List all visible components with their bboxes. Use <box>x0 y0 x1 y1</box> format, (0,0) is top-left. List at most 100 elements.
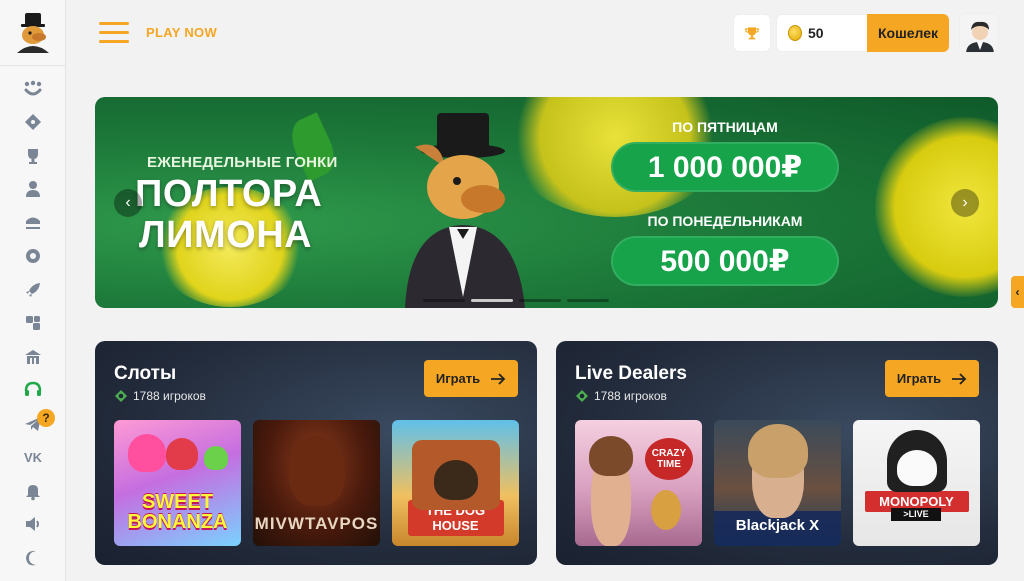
play-now-link[interactable]: PLAY NOW <box>146 25 217 40</box>
user-avatar-icon <box>960 14 998 52</box>
game-title: SWEET BONANZA <box>127 491 228 533</box>
lemon-decoration <box>875 117 998 297</box>
ticket-icon <box>25 114 41 131</box>
banner-subtitle: ЕЖЕНЕДЕЛЬНЫЕ ГОНКИ <box>147 154 338 171</box>
bell-icon <box>26 484 40 501</box>
arrow-right-icon <box>491 372 506 385</box>
avatar[interactable] <box>959 13 999 53</box>
mr-monopoly-face <box>897 450 937 486</box>
sidebar-menu: ? VK <box>0 72 66 575</box>
slots-players-count: 1788 игроков <box>133 389 206 403</box>
collapse-panel-tab[interactable]: ‹ <box>1011 276 1024 308</box>
live-players-count: 1788 игроков <box>594 389 667 403</box>
slots-play-label: Играть <box>435 371 481 386</box>
dog-figure <box>434 460 478 500</box>
sidebar-item-jackpot[interactable] <box>0 206 66 240</box>
pagination-dot[interactable] <box>567 299 609 302</box>
top-header: PLAY NOW 50 Кошелек <box>66 0 1024 66</box>
minotaur-figure <box>289 436 345 506</box>
slots-games: SWEET BONANZA MIVWTAVPOS THE DOG HOUSE <box>114 420 519 546</box>
trophy-icon <box>744 27 760 40</box>
slots-title: Слоты <box>114 363 177 384</box>
arrow-right-icon <box>952 372 967 385</box>
game-tile-crazy-time[interactable]: CRAZY TIME <box>575 420 702 546</box>
prize-monday-label: ПО ПОНЕДЕЛЬНИКАМ <box>647 213 803 229</box>
sidebar-item-sound[interactable] <box>0 508 66 542</box>
promo-banner[interactable]: ЕЖЕНЕДЕЛЬНЫЕ ГОНКИ ПОЛТОРА ЛИМОНА ПО ПЯТ… <box>95 97 998 308</box>
live-badge: >LIVE <box>891 508 941 521</box>
jackpot-icon <box>25 217 41 229</box>
banner-next-button[interactable]: › <box>951 189 979 217</box>
dice-icon <box>26 316 40 331</box>
rocket-icon <box>26 282 40 297</box>
dragon-logo-icon <box>17 12 49 53</box>
online-players-icon <box>115 390 127 402</box>
svg-text:VK: VK <box>24 450 43 465</box>
sidebar-item-dice[interactable] <box>0 307 66 341</box>
prize-monday-value: 500 000₽ <box>611 236 839 286</box>
sidebar: ? VK <box>0 0 66 581</box>
live-players: 1788 игроков <box>575 389 667 403</box>
balloon-figure <box>651 490 681 530</box>
leaderboard-button[interactable] <box>733 14 771 52</box>
sidebar-item-crash[interactable] <box>0 273 66 307</box>
vk-icon: VK <box>24 450 43 465</box>
dealer-hair <box>748 424 808 478</box>
pagination-dot[interactable] <box>423 299 465 302</box>
user-icon <box>26 181 40 198</box>
slots-play-button[interactable]: Играть <box>424 360 518 397</box>
trophy-cup-icon <box>28 148 38 164</box>
spin-icon <box>26 249 40 264</box>
menu-burger-icon[interactable] <box>99 22 129 44</box>
game-tile-dog-house[interactable]: THE DOG HOUSE <box>392 420 519 546</box>
live-play-button[interactable]: Играть <box>885 360 979 397</box>
logo[interactable] <box>0 0 66 66</box>
candy-decoration <box>166 438 198 470</box>
help-badge[interactable]: ? <box>37 409 55 427</box>
game-tile-sweet-bonanza[interactable]: SWEET BONANZA <box>114 420 241 546</box>
sidebar-item-notifications[interactable] <box>0 474 66 508</box>
live-dealers-card: Live Dealers 1788 игроков Играть CRAZY T… <box>556 341 998 565</box>
game-tile-blackjack-x[interactable]: Blackjack X <box>714 420 841 546</box>
slots-card: Слоты 1788 игроков Играть SWEET BONANZA … <box>95 341 537 565</box>
live-title: Live Dealers <box>575 363 687 384</box>
prize-friday-value: 1 000 000₽ <box>611 142 839 192</box>
dealer-hair <box>589 436 633 476</box>
sidebar-item-support[interactable] <box>0 374 66 408</box>
game-title: MIVWTAVPOS <box>254 514 379 533</box>
balance-display: 50 <box>776 14 868 52</box>
candy-decoration <box>204 446 228 470</box>
banner-pagination <box>423 299 609 302</box>
sidebar-item-tournaments[interactable] <box>0 139 66 173</box>
game-title: CRAZY TIME <box>645 438 693 480</box>
sidebar-item-profile[interactable] <box>0 173 66 207</box>
sidebar-item-theme[interactable] <box>0 541 66 575</box>
dragon-mascot-image <box>405 113 525 308</box>
balance-value: 50 <box>808 25 824 41</box>
online-players-icon <box>576 390 588 402</box>
banner-prev-button[interactable]: ‹ <box>114 189 142 217</box>
banner-title-line1: ПОЛТОРА <box>135 173 323 215</box>
candy-decoration <box>128 434 166 472</box>
smile-icon <box>24 80 42 96</box>
sidebar-item-spin[interactable] <box>0 240 66 274</box>
sidebar-item-casino[interactable] <box>0 340 66 374</box>
sidebar-item-vk[interactable]: VK <box>0 441 66 475</box>
live-play-label: Играть <box>896 371 942 386</box>
game-tile-minotaur[interactable]: MIVWTAVPOS <box>253 420 380 546</box>
live-games: CRAZY TIME Blackjack X MONOPOLY >LIVE <box>575 420 980 546</box>
wallet-button[interactable]: Кошелек <box>867 14 949 52</box>
pagination-dot-active[interactable] <box>471 299 513 302</box>
sound-icon <box>26 517 39 532</box>
game-tile-monopoly-live[interactable]: MONOPOLY >LIVE <box>853 420 980 546</box>
sidebar-item-telegram[interactable]: ? <box>0 407 66 441</box>
sidebar-item-tickets[interactable] <box>0 106 66 140</box>
sidebar-item-smile[interactable] <box>0 72 66 106</box>
support-icon <box>24 381 42 397</box>
pagination-dot[interactable] <box>519 299 561 302</box>
casino-icon <box>25 349 41 364</box>
banner-title-line2: ЛИМОНА <box>139 214 313 256</box>
moon-icon <box>26 550 36 566</box>
slots-players: 1788 игроков <box>114 389 206 403</box>
prize-friday-label: ПО ПЯТНИЦАМ <box>672 119 778 135</box>
